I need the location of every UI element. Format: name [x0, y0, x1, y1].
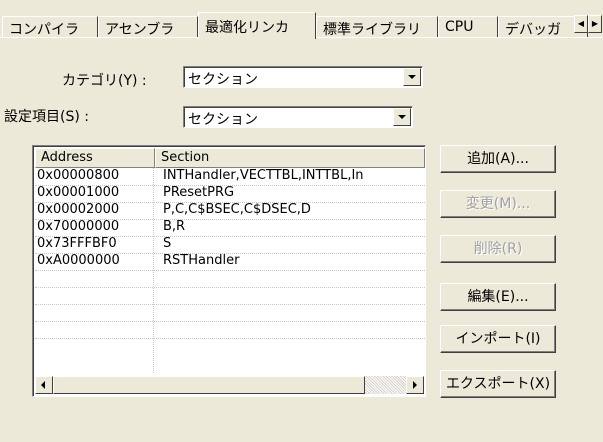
list-header: Address Section	[35, 148, 425, 168]
delete-button[interactable]: 削除(R)	[440, 235, 556, 263]
column-header-section[interactable]: Section	[155, 148, 425, 168]
scroll-left-button[interactable]	[35, 376, 53, 394]
section-cell: S	[163, 236, 172, 251]
address-cell: 0x73FFFBF0	[37, 236, 117, 251]
address-cell: 0x00001000	[37, 185, 120, 200]
tab-compiler[interactable]: コンパイラ	[2, 16, 98, 38]
left-arrow-icon	[41, 381, 45, 389]
section-cell: B,R	[163, 219, 186, 234]
right-arrow-icon	[413, 381, 417, 389]
table-row[interactable]	[35, 270, 425, 288]
address-cell: 0x00000800	[37, 168, 120, 183]
address-cell: 0xA0000000	[37, 253, 120, 268]
setting-item-combo[interactable]: セクション	[183, 106, 413, 128]
tab-assembler[interactable]: アセンブラ	[98, 16, 198, 38]
add-button[interactable]: 追加(A)...	[440, 145, 556, 173]
tab-standard-library[interactable]: 標準ライブラリ	[316, 16, 438, 38]
chevron-down-icon	[398, 115, 406, 119]
right-arrow-icon: ▶	[591, 19, 599, 28]
linker-settings-dialog: コンパイラ アセンブラ 最適化リンカ 標準ライブラリ CPU デバッガ ◀ ▶ …	[0, 0, 603, 442]
edit-button[interactable]: 編集(E)...	[440, 283, 556, 311]
table-row[interactable]: 0x00001000 PResetPRG	[35, 185, 425, 203]
table-row[interactable]: 0x00002000 P,C,C$BSEC,C$DSEC,D	[35, 202, 425, 220]
left-arrow-icon: ◀	[577, 19, 585, 28]
table-row[interactable]	[35, 321, 425, 339]
section-cell: P,C,C$BSEC,C$DSEC,D	[163, 202, 311, 217]
table-row[interactable]	[35, 287, 425, 305]
table-row[interactable]: 0x70000000 B,R	[35, 219, 425, 237]
column-header-address[interactable]: Address	[35, 148, 155, 168]
tab-strip: コンパイラ アセンブラ 最適化リンカ 標準ライブラリ CPU デバッガ	[0, 12, 603, 39]
table-row[interactable]: 0x73FFFBF0 S	[35, 236, 425, 254]
change-button[interactable]: 変更(M)...	[440, 190, 556, 218]
tab-scroll-left-button[interactable]: ◀	[574, 15, 588, 33]
category-combo[interactable]: セクション	[183, 66, 423, 88]
section-cell: RSTHandler	[163, 253, 240, 268]
horizontal-scrollbar[interactable]	[35, 376, 424, 394]
scrollbar-track[interactable]	[365, 376, 406, 394]
address-cell: 0x00002000	[37, 202, 120, 217]
import-button[interactable]: インポート(I)	[440, 325, 556, 353]
address-cell: 0x70000000	[37, 219, 120, 234]
table-row[interactable]: 0xA0000000 RSTHandler	[35, 253, 425, 271]
export-button[interactable]: エクスポート(X)	[440, 370, 556, 398]
section-address-list[interactable]: Address Section 0x00000800 INTHandler,VEC…	[32, 145, 426, 397]
setting-item-label: 設定項目(S) :	[4, 109, 89, 125]
tab-scroll-right-button[interactable]: ▶	[588, 15, 602, 33]
table-row[interactable]	[35, 304, 425, 322]
setting-item-dropdown-button[interactable]	[393, 108, 411, 126]
section-cell: PResetPRG	[163, 185, 235, 200]
table-row[interactable]: 0x00000800 INTHandler,VECTTBL,INTTBL,In	[35, 168, 425, 186]
category-dropdown-button[interactable]	[403, 68, 421, 86]
scrollbar-thumb[interactable]	[53, 376, 365, 394]
scroll-right-button[interactable]	[406, 376, 424, 394]
tab-cpu[interactable]: CPU	[438, 16, 498, 38]
chevron-down-icon	[408, 75, 416, 79]
setting-item-value: セクション	[188, 112, 258, 128]
category-value: セクション	[188, 72, 258, 88]
category-label: カテゴリ(Y) :	[62, 73, 147, 89]
section-cell: INTHandler,VECTTBL,INTTBL,In	[163, 168, 364, 183]
tab-optimizing-linker[interactable]: 最適化リンカ	[198, 12, 316, 39]
